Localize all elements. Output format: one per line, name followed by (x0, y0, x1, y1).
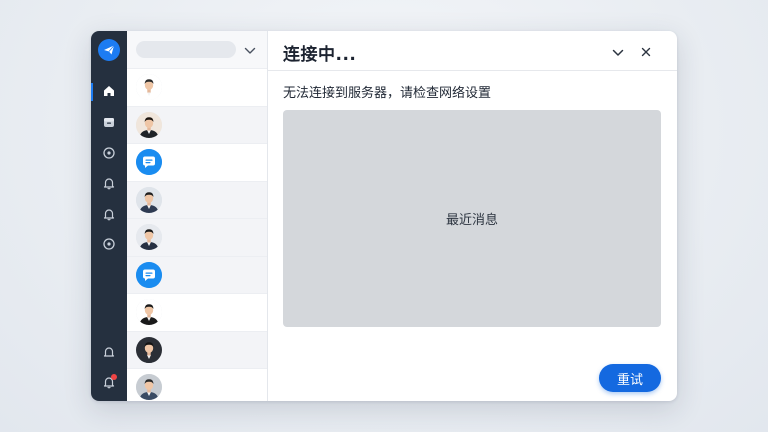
chat-app-icon (136, 149, 162, 175)
list-search-row (127, 31, 267, 68)
list-item[interactable] (127, 68, 267, 106)
avatar (136, 299, 162, 325)
window-header: 连接中... (268, 31, 677, 71)
bell-icon (102, 175, 116, 194)
avatar (136, 224, 162, 250)
nav-inbox[interactable] (91, 111, 127, 135)
circle-dot-icon (102, 145, 116, 164)
nav-home[interactable] (91, 80, 127, 104)
close-button[interactable] (636, 41, 656, 61)
avatar (136, 374, 162, 400)
nav-rail (91, 31, 127, 401)
main-pane: 连接中... 无法连接到服务器，请检查网络设置 最近消息 重试 (268, 31, 677, 401)
home-icon (102, 83, 116, 102)
nav-bell-2[interactable] (91, 203, 127, 227)
nav-circle-1[interactable] (91, 142, 127, 166)
nav-notifications[interactable] (91, 371, 127, 395)
list-item[interactable] (127, 218, 267, 256)
bell-icon (102, 206, 116, 225)
list-item[interactable] (127, 330, 267, 369)
app-logo-icon[interactable] (98, 39, 120, 61)
bell-outline-icon (102, 344, 116, 363)
list-item[interactable] (127, 368, 267, 401)
list-item[interactable] (127, 143, 267, 181)
list-item[interactable] (127, 293, 267, 331)
avatar (136, 111, 162, 138)
list-item[interactable] (127, 255, 267, 294)
search-input[interactable] (136, 41, 236, 58)
avatar (136, 186, 162, 213)
avatar (136, 74, 162, 100)
notification-badge (111, 374, 117, 380)
conversation-list (127, 31, 268, 401)
circle-dot-icon (102, 236, 116, 255)
nav-bell-outline[interactable] (91, 341, 127, 365)
avatar (136, 336, 162, 363)
chevron-down-icon (244, 40, 256, 59)
nav-circle-2[interactable] (91, 233, 127, 257)
inbox-icon (102, 114, 116, 133)
retry-button[interactable]: 重试 (599, 364, 661, 392)
close-icon (641, 42, 651, 61)
list-filter-dropdown[interactable] (241, 41, 259, 58)
collapse-button[interactable] (608, 41, 628, 61)
list-item[interactable] (127, 105, 267, 144)
app-window: 连接中... 无法连接到服务器，请检查网络设置 最近消息 重试 (91, 31, 677, 401)
list-item[interactable] (127, 180, 267, 219)
recent-messages-panel: 最近消息 (283, 110, 661, 327)
connection-error-message: 无法连接到服务器，请检查网络设置 (283, 86, 492, 101)
chat-app-icon (136, 261, 162, 288)
page-title: 连接中... (283, 45, 357, 65)
recent-messages-label: 最近消息 (445, 213, 498, 228)
nav-bell-1[interactable] (91, 172, 127, 196)
chevron-down-icon (612, 42, 624, 61)
